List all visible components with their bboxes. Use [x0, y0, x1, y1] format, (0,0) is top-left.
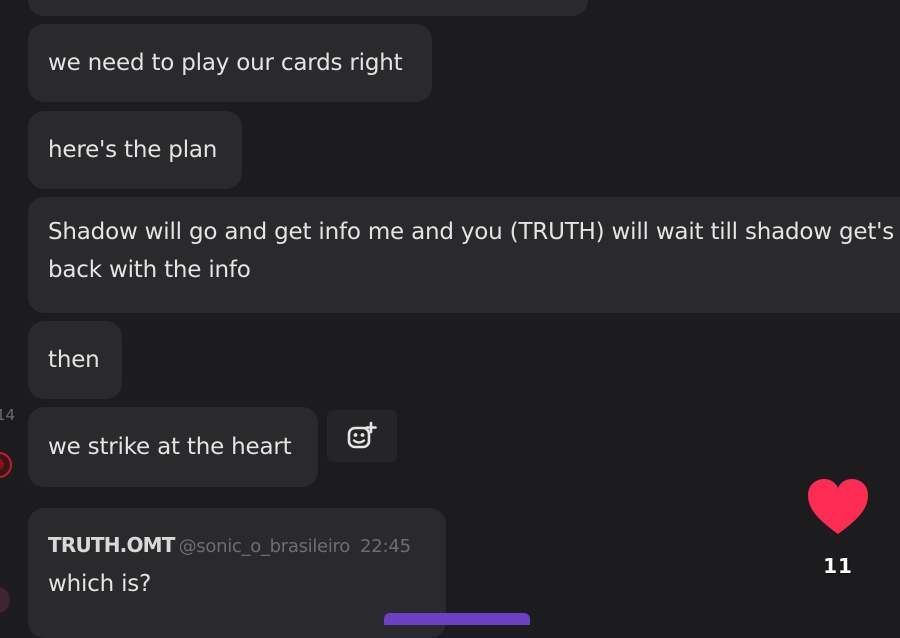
add-reaction-button[interactable]	[327, 410, 397, 462]
message-timestamp: 14	[0, 406, 16, 424]
message-bubble: Shadow will go and get info me and you (…	[28, 197, 900, 313]
author-name[interactable]: TRUTH.OMT	[48, 533, 175, 557]
message-meta: TRUTH.OMT @sonic_o_brasileiro 22:45	[48, 530, 426, 562]
message-bubble: we need to play our cards right	[28, 24, 432, 102]
message-text: Shadow will go and get info me and you (…	[48, 219, 895, 283]
message-text: then	[48, 347, 100, 373]
message-bubble-partial	[28, 0, 588, 16]
message-time: 22:45	[359, 536, 411, 557]
message-text: we need to play our cards right	[48, 50, 403, 76]
message-bubble: here's the plan	[28, 111, 242, 189]
message-text: we strike at the heart	[48, 434, 292, 460]
avatar[interactable]	[0, 452, 12, 478]
message-bubble: then	[28, 321, 122, 399]
message-bubble: we strike at the heart	[28, 407, 318, 487]
author-handle[interactable]: @sonic_o_brasileiro	[179, 536, 351, 557]
like-widget[interactable]: 11	[806, 478, 870, 578]
like-count: 11	[823, 554, 853, 578]
new-messages-indicator[interactable]	[384, 613, 530, 625]
heart-icon[interactable]	[806, 478, 870, 536]
message-text: here's the plan	[48, 137, 218, 163]
message-text: which is?	[48, 571, 152, 597]
add-reaction-icon	[347, 421, 377, 449]
avatar[interactable]	[0, 587, 10, 613]
